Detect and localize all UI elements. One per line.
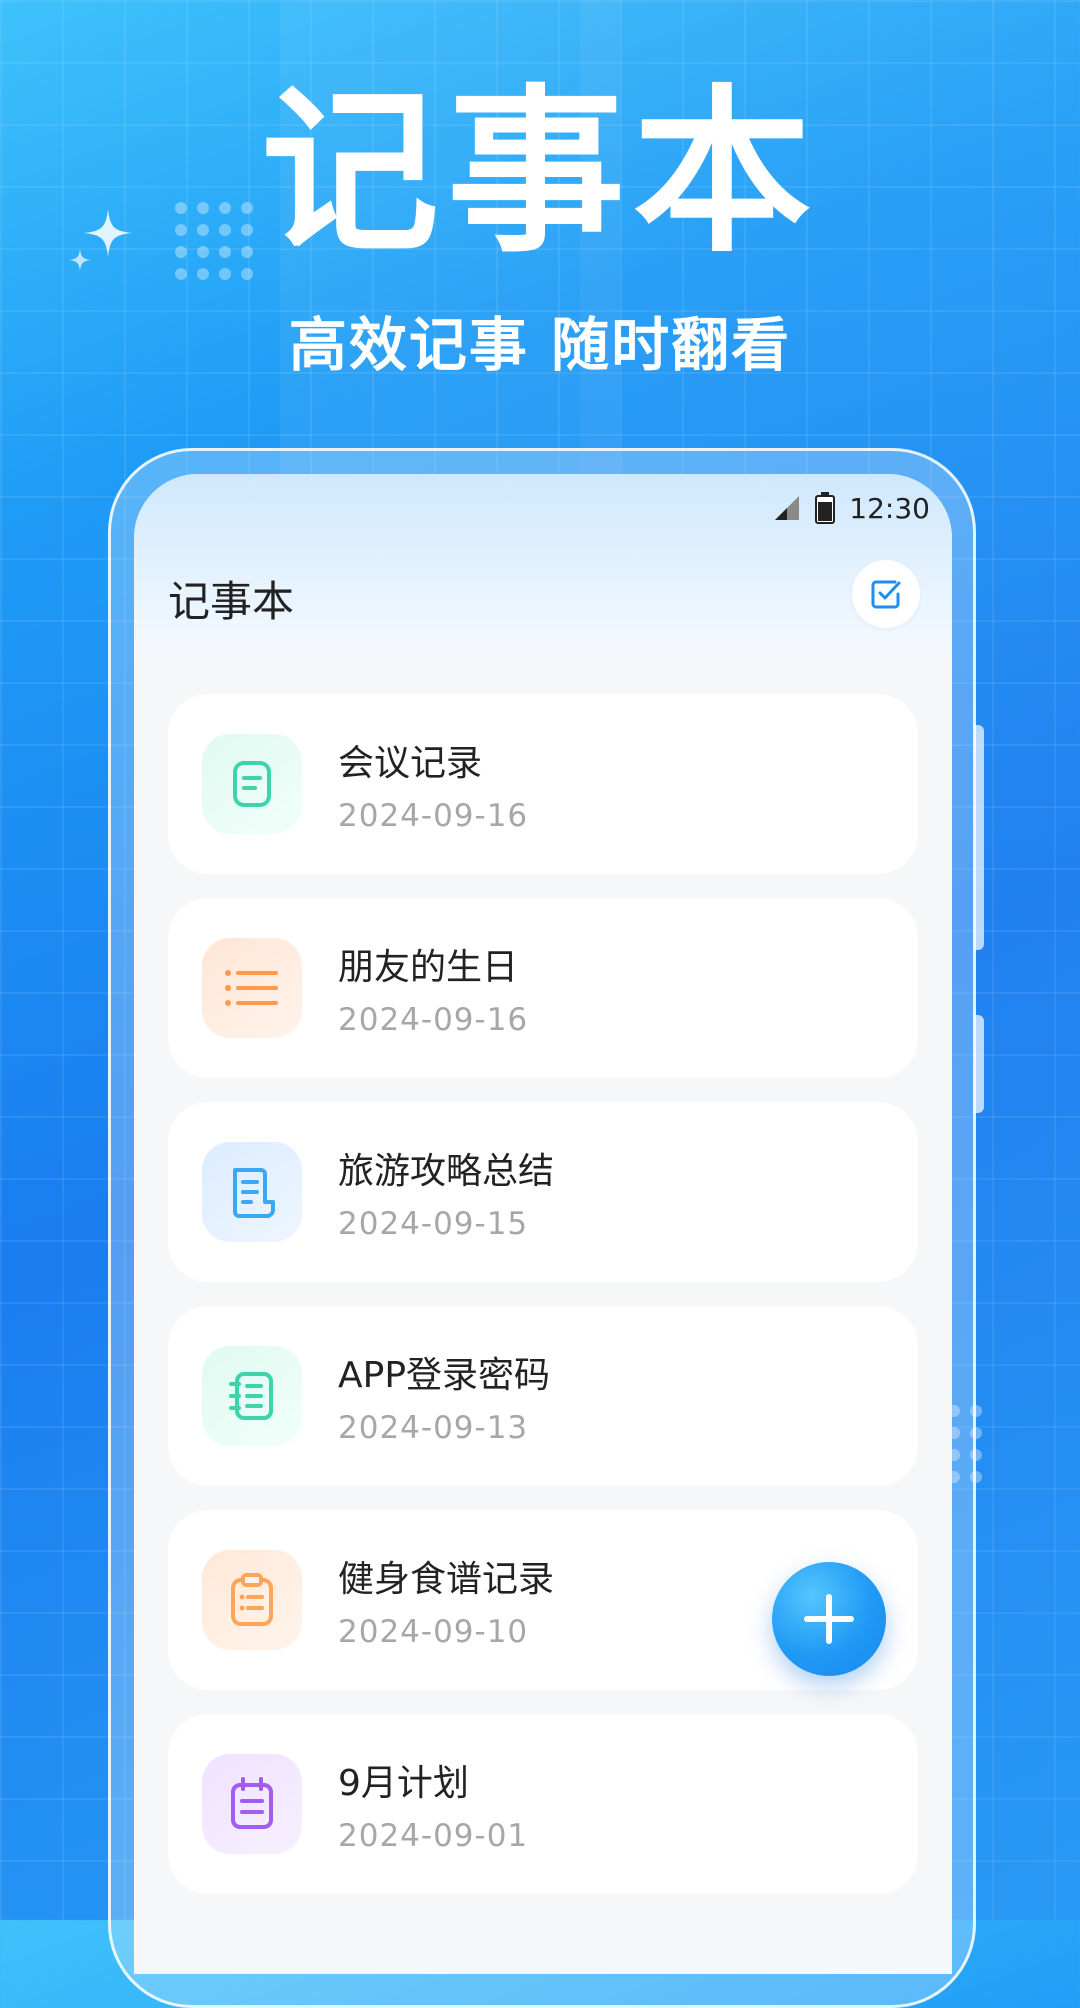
note-date: 2024-09-10 — [338, 1614, 529, 1650]
note-icon — [202, 734, 302, 834]
document-icon — [202, 1142, 302, 1242]
note-title: 健身食谱记录 — [338, 1559, 555, 1600]
battery-icon — [815, 492, 836, 524]
note-title: APP登录密码 — [338, 1355, 551, 1396]
phone-side-button — [974, 1015, 984, 1113]
note-date: 2024-09-15 — [338, 1206, 529, 1242]
note-title: 旅游攻略总结 — [338, 1151, 555, 1192]
list-icon — [202, 938, 302, 1038]
phone-side-button — [974, 725, 984, 950]
add-note-button[interactable] — [772, 1562, 886, 1676]
phone-screen: 12:30 记事本 会议记录 2024-09-16 朋友的生日 2024-09-… — [134, 474, 952, 1974]
note-date: 2024-09-13 — [338, 1410, 529, 1446]
signal-icon — [775, 496, 800, 520]
note-title: 会议记录 — [338, 743, 483, 784]
calendar-icon — [202, 1754, 302, 1854]
app-header: 12:30 记事本 — [134, 474, 952, 659]
notebook-icon — [202, 1346, 302, 1446]
note-title: 朋友的生日 — [338, 947, 519, 988]
hero-title: 记事本 — [261, 69, 819, 276]
note-card[interactable]: APP登录密码 2024-09-13 — [168, 1306, 918, 1486]
note-card[interactable]: 朋友的生日 2024-09-16 — [168, 898, 918, 1078]
note-date: 2024-09-16 — [338, 798, 529, 834]
plus-icon — [804, 1594, 854, 1644]
status-time: 12:30 — [849, 491, 930, 525]
note-card[interactable]: 9月计划 2024-09-01 — [168, 1714, 918, 1894]
note-date: 2024-09-16 — [338, 1002, 529, 1038]
page-title: 记事本 — [168, 577, 295, 626]
note-card[interactable]: 旅游攻略总结 2024-09-15 — [168, 1102, 918, 1282]
clipboard-icon — [202, 1550, 302, 1650]
note-title: 9月计划 — [338, 1763, 469, 1804]
checkbox-edit-icon — [871, 580, 901, 609]
hero-subtitle: 高效记事 随时翻看 — [288, 311, 792, 379]
status-bar: 12:30 — [773, 488, 930, 528]
note-date: 2024-09-01 — [338, 1818, 529, 1854]
note-card[interactable]: 会议记录 2024-09-16 — [168, 694, 918, 874]
edit-button[interactable] — [852, 560, 920, 628]
